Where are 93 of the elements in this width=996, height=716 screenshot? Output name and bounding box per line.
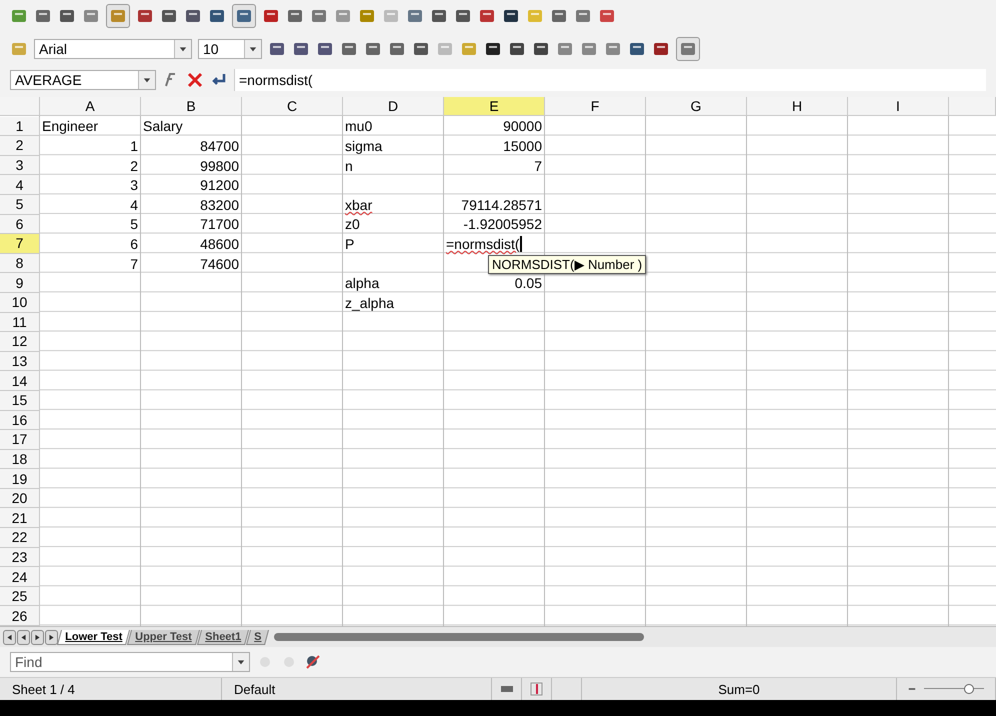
row-header[interactable]: 19: [0, 469, 40, 489]
column-header[interactable]: I: [848, 97, 949, 116]
page-style: Default: [234, 682, 276, 697]
zoom-slider-thumb[interactable]: [964, 684, 974, 694]
cell-edit-text[interactable]: =normsdist(: [446, 236, 522, 252]
sheet-tab[interactable]: Lower Test: [57, 630, 130, 645]
sheet-indicator: Sheet 1 / 4: [12, 682, 75, 697]
cell-text: Salary: [143, 118, 183, 134]
column-header[interactable]: B: [141, 97, 242, 116]
previous-sheet-button[interactable]: [17, 630, 30, 645]
column-header[interactable]: F: [545, 97, 646, 116]
font-size-field[interactable]: 10: [198, 39, 262, 59]
cell-text: sigma: [345, 138, 382, 154]
sheet-tab[interactable]: Upper Test: [127, 630, 200, 645]
cell-text: z_alpha: [345, 294, 394, 311]
cancel-icon[interactable]: [186, 71, 204, 89]
horizontal-scrollbar[interactable]: [274, 633, 644, 642]
cell-text: 7: [534, 158, 542, 174]
caret-icon: [237, 658, 245, 666]
row-header[interactable]: 17: [0, 430, 40, 450]
cell-text: P: [345, 236, 354, 252]
column-header[interactable]: G: [646, 97, 747, 116]
row-header[interactable]: 24: [0, 567, 40, 587]
cell-text: 83200: [200, 196, 239, 213]
cell-text: 1: [130, 138, 138, 154]
row-header[interactable]: 5: [0, 194, 40, 215]
row-header[interactable]: 14: [0, 371, 40, 391]
find-field[interactable]: Find: [10, 652, 250, 672]
caret-icon: [143, 76, 151, 84]
row-header[interactable]: 4: [0, 175, 40, 195]
cell-text: xbar: [345, 196, 372, 213]
last-sheet-button[interactable]: [45, 630, 58, 645]
column-header[interactable]: E: [444, 97, 545, 116]
name-box[interactable]: AVERAGE: [10, 70, 156, 90]
column-header[interactable]: C: [242, 97, 343, 116]
row-header[interactable]: 11: [0, 312, 40, 332]
next-sheet-button[interactable]: [31, 630, 44, 645]
row-header[interactable]: 18: [0, 450, 40, 470]
insert-mode-icon: [500, 686, 512, 692]
row-header[interactable]: 3: [0, 156, 40, 176]
column-header[interactable]: H: [747, 97, 848, 116]
cell-text: 4: [130, 196, 138, 213]
cell-text: 5: [130, 216, 138, 232]
row-header[interactable]: 2: [0, 136, 40, 156]
caret-icon: [179, 45, 187, 53]
function-tooltip: NORMSDIST(▶ Number ): [488, 255, 646, 274]
first-sheet-button[interactable]: [3, 630, 16, 645]
cell-text: -1.92005952: [463, 216, 542, 232]
cell-text: 48600: [200, 236, 239, 252]
row-header[interactable]: 10: [0, 292, 40, 313]
row-header[interactable]: 16: [0, 410, 40, 430]
cell-text: 3: [130, 177, 138, 194]
font-name-field[interactable]: Arial: [34, 39, 192, 59]
cell-text: n: [345, 158, 353, 174]
cell-text: 91200: [200, 177, 239, 194]
cell-text: 6: [130, 236, 138, 252]
cell-text: 90000: [503, 118, 542, 134]
column-header[interactable]: D: [343, 97, 444, 116]
row-header[interactable]: 25: [0, 586, 40, 606]
row-header[interactable]: 9: [0, 273, 40, 293]
cell-text: alpha: [345, 275, 380, 292]
cell-text: 7: [130, 256, 138, 272]
column-header[interactable]: A: [40, 97, 141, 116]
cell-text: 79114.28571: [461, 196, 542, 213]
cell-text: Engineer: [42, 118, 98, 134]
cell-text: 15000: [503, 138, 542, 154]
row-header[interactable]: 15: [0, 390, 40, 410]
caret-icon: [249, 45, 257, 53]
row-header[interactable]: 13: [0, 352, 40, 372]
cell-text: 0.05: [514, 275, 542, 292]
row-header[interactable]: 1: [0, 116, 40, 136]
row-header[interactable]: 23: [0, 548, 40, 568]
cell-text: mu0: [345, 118, 372, 134]
cell-text: 84700: [200, 138, 239, 154]
selection-mode-icon: [528, 680, 546, 698]
find-replace-icon[interactable]: [304, 653, 322, 672]
sum-display: Sum=0: [718, 682, 760, 697]
row-header[interactable]: 7: [0, 234, 40, 254]
row-header[interactable]: 12: [0, 332, 40, 352]
cell-text: 71700: [200, 216, 239, 232]
row-header[interactable]: 8: [0, 254, 40, 274]
row-header[interactable]: 6: [0, 214, 40, 234]
formula-input[interactable]: =normsdist(: [234, 69, 986, 91]
row-header[interactable]: 22: [0, 528, 40, 548]
cell-text: z0: [345, 216, 360, 232]
cell-text: 74600: [200, 256, 239, 272]
row-header[interactable]: 21: [0, 508, 40, 528]
sheet-tab[interactable]: S: [246, 630, 270, 645]
cell-text: 99800: [200, 158, 239, 174]
row-header[interactable]: 20: [0, 488, 40, 508]
row-header[interactable]: 26: [0, 606, 40, 626]
cell-text: 2: [130, 158, 138, 174]
sheet-tab[interactable]: Sheet1: [196, 630, 249, 645]
